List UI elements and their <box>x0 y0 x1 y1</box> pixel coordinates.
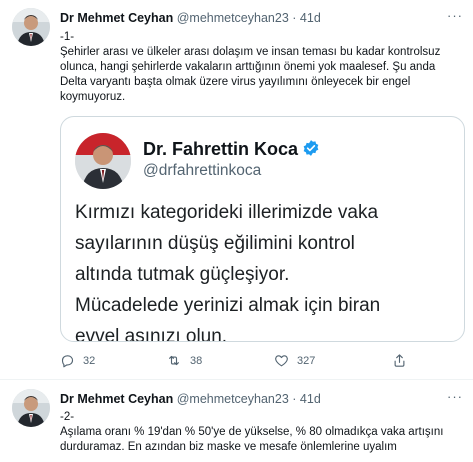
tweet-text-line: durduramaz. En azından biz maske ve mesa… <box>60 441 397 453</box>
embedded-text-line: altında tutmak güçleşiyor. <box>75 264 290 285</box>
embedded-text-line: sayılarının düşüş eğilimini kontrol <box>75 233 355 254</box>
share-button[interactable] <box>392 353 407 368</box>
tweet-text-line: olunca, hangi şehirlerde vakaların arttı… <box>60 61 436 73</box>
tweet-text-line: -1- <box>60 31 75 43</box>
more-options-icon[interactable]: ··· <box>447 8 463 23</box>
tweet-text-line: Aşılama oranı % 19'dan % 50'ye de yüksel… <box>60 426 444 438</box>
tweet-text-line: koymuyoruz. <box>60 91 126 103</box>
embedded-author-handle: @drfahrettinkoca <box>143 162 262 179</box>
heart-icon <box>274 353 289 368</box>
retweet-count: 38 <box>190 354 203 367</box>
tweet-text: -1- Şehirler arası ve ülkeler arası dola… <box>60 30 465 105</box>
embedded-text-line: Mücadelede yerinizi almak için biran <box>75 295 381 316</box>
reply-icon <box>60 353 75 368</box>
author-handle[interactable]: @mehmetceyhan23 <box>177 11 289 25</box>
tweet-header: Dr Mehmet Ceyhan @mehmetceyhan23 · 41d <box>60 392 321 406</box>
header-separator: · <box>292 392 297 406</box>
tweet-text-line: Şehirler arası ve ülkeler arası dolaşım … <box>60 46 441 58</box>
author-name[interactable]: Dr Mehmet Ceyhan <box>60 392 173 406</box>
like-button[interactable]: 327 <box>274 353 315 368</box>
more-options-icon[interactable]: ··· <box>447 389 463 404</box>
embedded-text-line: evvel aşınızı olun. <box>75 326 228 341</box>
author-avatar[interactable] <box>12 8 50 46</box>
author-name[interactable]: Dr Mehmet Ceyhan <box>60 11 173 25</box>
tweet-age[interactable]: 41d <box>300 392 321 406</box>
embedded-author-avatar <box>75 133 131 189</box>
tweet-text: -2- Aşılama oranı % 19'dan % 50'ye de yü… <box>60 410 465 455</box>
header-separator: · <box>292 11 297 25</box>
author-handle[interactable]: @mehmetceyhan23 <box>177 392 289 406</box>
retweet-icon <box>166 353 182 368</box>
share-icon <box>392 353 407 368</box>
tweet-1[interactable]: Dr Mehmet Ceyhan @mehmetceyhan23 · 41d ·… <box>0 0 473 380</box>
tweet-2[interactable]: Dr Mehmet Ceyhan @mehmetceyhan23 · 41d ·… <box>0 380 473 462</box>
tweet-header: Dr Mehmet Ceyhan @mehmetceyhan23 · 41d <box>60 11 321 25</box>
reply-count: 32 <box>83 354 96 367</box>
verified-badge-icon <box>302 139 320 162</box>
reply-button[interactable]: 32 <box>60 353 95 368</box>
embedded-author-name-text: Dr. Fahrettin Koca <box>143 139 299 159</box>
tweet-text-line: Delta varyantı başta olmak üzere virus y… <box>60 76 411 88</box>
retweet-button[interactable]: 38 <box>166 353 202 368</box>
embedded-tweet-image[interactable]: Dr. Fahrettin Koca @drfahrettinkoca Kırm… <box>60 116 465 342</box>
author-avatar[interactable] <box>12 389 50 427</box>
embedded-text-line: Kırmızı kategorideki illerimizde vaka <box>75 202 379 223</box>
like-count: 327 <box>297 354 316 367</box>
tweet-age[interactable]: 41d <box>300 11 321 25</box>
tweet-actions: 32 38 327 <box>60 353 420 371</box>
embedded-author-name: Dr. Fahrettin Koca <box>143 139 320 162</box>
embedded-tweet-text: Kırmızı kategorideki illerimizde vaka sa… <box>75 197 455 341</box>
tweet-text-line: -2- <box>60 411 75 423</box>
